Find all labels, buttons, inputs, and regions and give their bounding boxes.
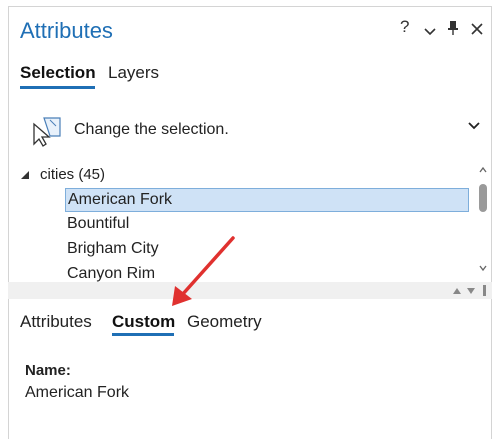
change-selection-row[interactable]: Change the selection. bbox=[30, 110, 490, 150]
tree-item-bountiful[interactable]: Bountiful bbox=[65, 213, 469, 237]
tree-item-american-fork[interactable]: American Fork bbox=[65, 188, 469, 212]
pin-button[interactable] bbox=[447, 20, 459, 41]
chevron-down-icon bbox=[424, 28, 436, 36]
pane-menu-button[interactable] bbox=[423, 22, 437, 42]
pane-title: Attributes bbox=[20, 18, 113, 43]
scroll-up-icon[interactable] bbox=[479, 166, 487, 174]
collapse-triangle-icon[interactable] bbox=[20, 170, 30, 180]
splitter-handle[interactable] bbox=[483, 285, 486, 296]
scrollbar-thumb[interactable] bbox=[479, 184, 487, 212]
scroll-down-icon[interactable] bbox=[479, 264, 487, 272]
name-field-label: Name: bbox=[25, 362, 71, 379]
tree-scrollbar[interactable] bbox=[476, 160, 490, 280]
help-button[interactable]: ? bbox=[400, 17, 409, 37]
chevron-down-icon[interactable] bbox=[466, 118, 482, 134]
pane-splitter[interactable] bbox=[8, 282, 492, 299]
tab-selection[interactable]: Selection bbox=[20, 63, 96, 83]
selection-tree: cities (45) American Fork Bountiful Brig… bbox=[20, 160, 490, 282]
name-field-value: American Fork bbox=[25, 384, 130, 401]
tree-root-cities[interactable]: cities (45) bbox=[40, 166, 105, 183]
tab-attributes[interactable]: Attributes bbox=[20, 312, 92, 332]
tab-geometry[interactable]: Geometry bbox=[187, 312, 262, 332]
splitter-up-icon[interactable] bbox=[452, 287, 462, 295]
close-button[interactable] bbox=[470, 21, 484, 41]
change-selection-text: Change the selection. bbox=[74, 121, 229, 138]
tab-layers[interactable]: Layers bbox=[108, 63, 159, 83]
select-features-icon bbox=[33, 117, 61, 147]
pin-icon bbox=[448, 21, 458, 35]
close-icon bbox=[471, 23, 483, 35]
tree-item-brigham-city[interactable]: Brigham City bbox=[65, 238, 469, 262]
splitter-down-icon[interactable] bbox=[466, 287, 476, 295]
tab-custom[interactable]: Custom bbox=[112, 312, 175, 332]
tab-custom-underline bbox=[112, 333, 174, 336]
tab-selection-underline bbox=[20, 86, 95, 89]
